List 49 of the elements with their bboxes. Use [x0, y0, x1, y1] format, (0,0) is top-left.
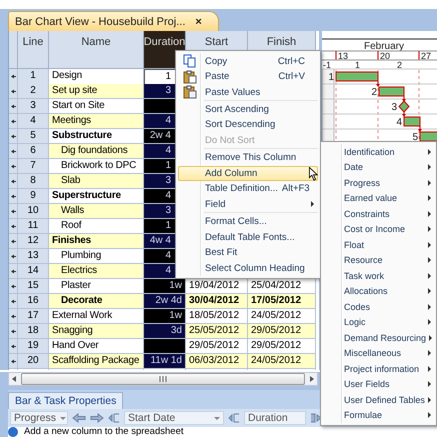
line-number: 12 — [18, 234, 49, 249]
week-date: 20 — [380, 51, 390, 61]
line-number: 18 — [18, 324, 49, 339]
week-number: 2 — [397, 60, 402, 70]
line-number: 16 — [18, 294, 49, 309]
week-number: 1 — [355, 60, 360, 70]
week-date: 13 — [338, 51, 348, 61]
start-date: 25/05/2012 — [186, 324, 248, 339]
month-label: February — [364, 41, 404, 52]
line-number: 20 — [18, 354, 49, 369]
line-number: 17 — [18, 309, 49, 324]
line-number: 10 — [18, 204, 49, 219]
status-text: Add a new column to the spreadsheet — [24, 427, 184, 437]
task-name: Electrics — [49, 264, 144, 279]
line-number: 7 — [18, 159, 49, 174]
week-date: 27 — [421, 51, 432, 61]
task-name: Meetings — [49, 114, 144, 129]
finish-date: 24/05/2012 — [248, 354, 316, 369]
line-number: 15 — [18, 279, 49, 294]
start-date: 06/03/2012 — [186, 354, 248, 369]
line-number: 8 — [18, 174, 49, 189]
task-name: Dig foundations — [49, 144, 144, 159]
bar-label: 2 — [371, 87, 377, 98]
line-number: 9 — [18, 189, 49, 204]
line-number: 3 — [18, 99, 49, 114]
task-name: Finishes — [49, 234, 144, 249]
line-number: 19 — [18, 339, 49, 354]
line-number: 1 — [18, 69, 49, 85]
task-name: Decorate — [49, 294, 144, 309]
finish-date: 29/05/2012 — [248, 324, 316, 339]
line-number: 14 — [18, 264, 49, 279]
line-number: 2 — [18, 84, 49, 99]
week-number: -1 — [323, 60, 332, 70]
line-number: 5 — [18, 129, 49, 144]
task-name: Slab — [49, 174, 144, 189]
start-date: 30/04/2012 — [186, 294, 248, 309]
line-number: 6 — [18, 144, 49, 159]
task-name: Walls — [49, 204, 144, 219]
task-name: Set up site — [49, 84, 144, 99]
bar-label: 1 — [328, 72, 334, 83]
bar-label: 3 — [391, 102, 397, 113]
finish-date: 17/05/2012 — [248, 294, 316, 309]
task-name: Scaffolding Package — [49, 354, 144, 369]
bar-label: 5 — [412, 132, 418, 143]
line-number: 11 — [18, 219, 49, 234]
line-number: 4 — [18, 114, 49, 129]
line-number: 13 — [18, 249, 49, 264]
bar-label: 4 — [396, 117, 402, 128]
task-name: Snagging — [49, 324, 144, 339]
